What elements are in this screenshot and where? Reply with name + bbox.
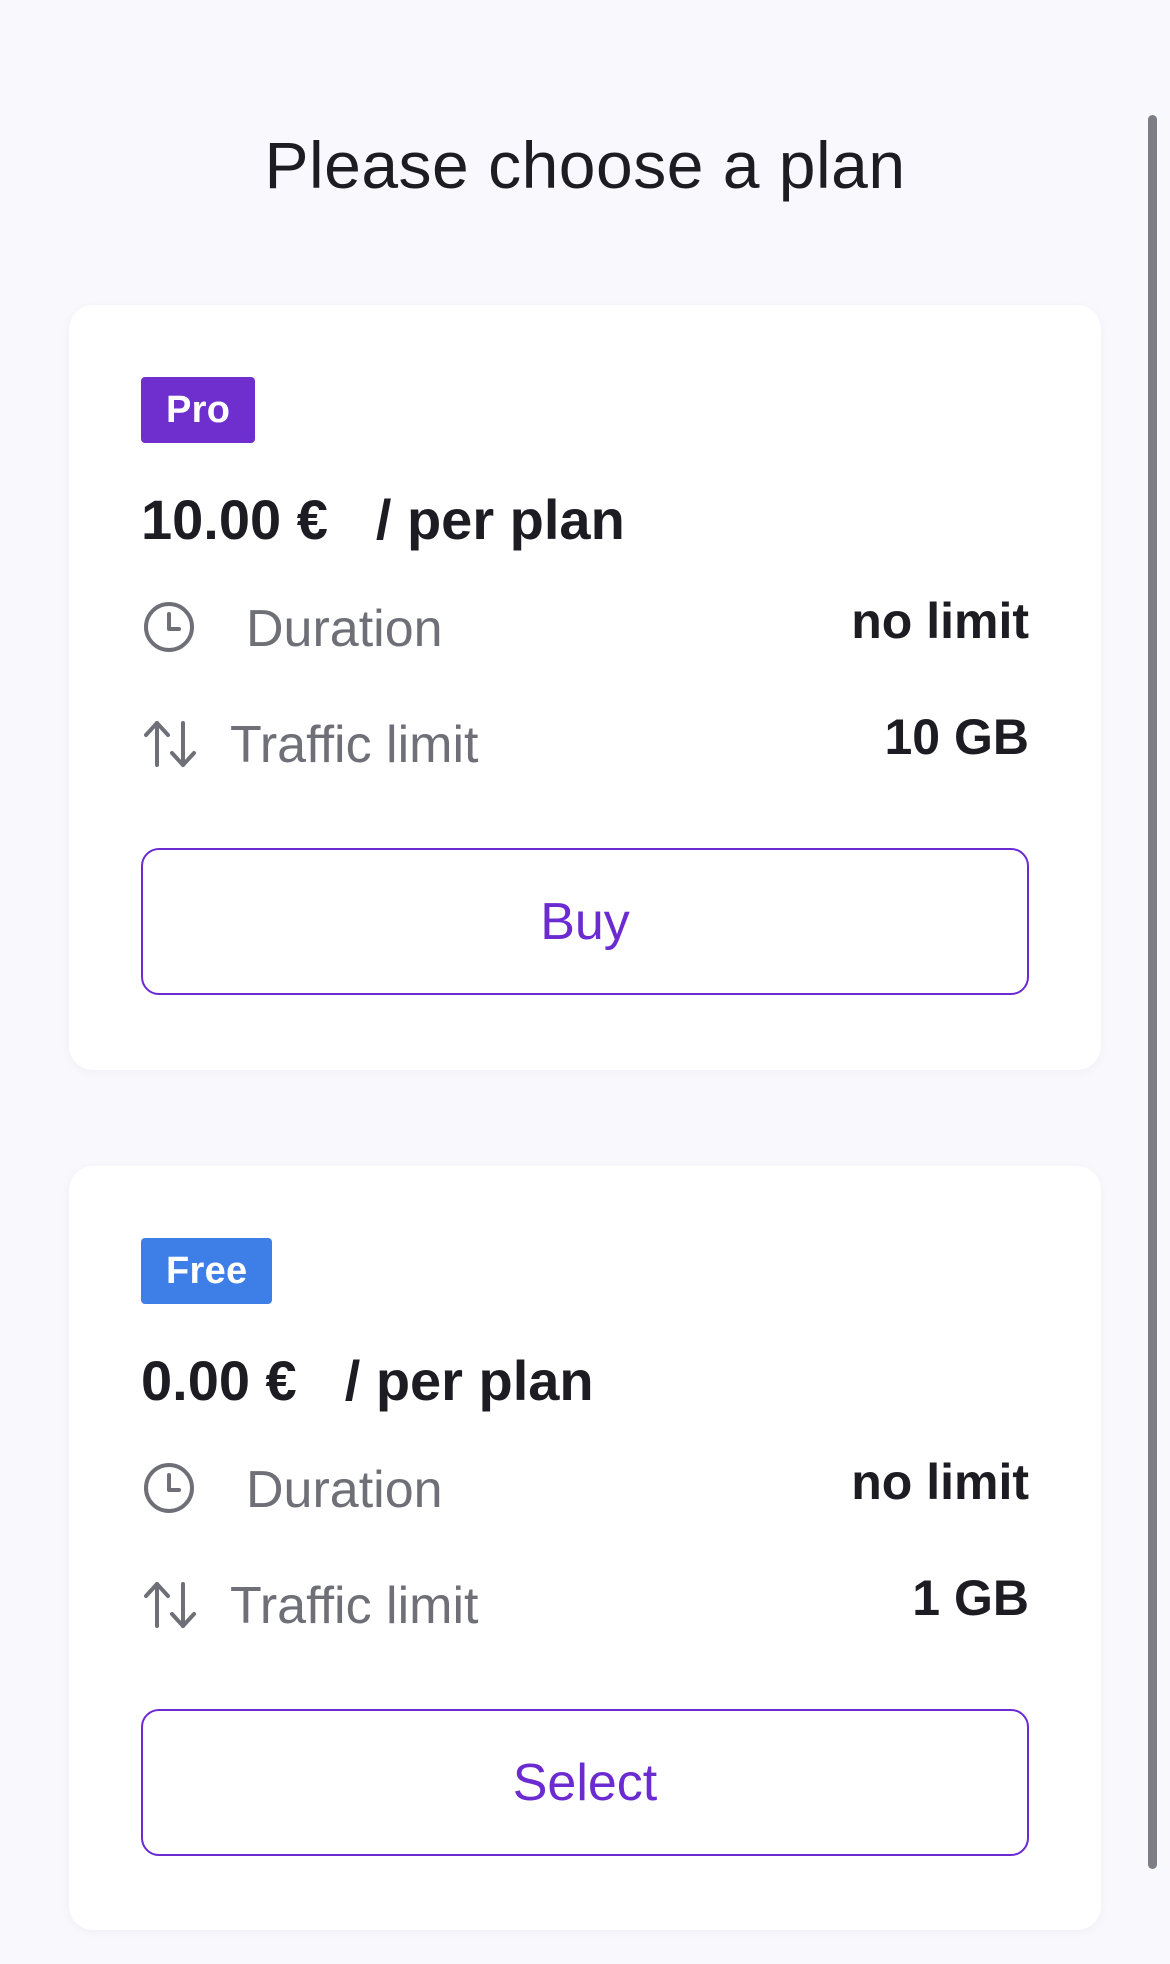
traffic-row: Traffic limit 10 GB [141,707,1029,777]
traffic-label: Traffic limit [230,716,479,774]
plan-price: 0.00 € [141,1349,297,1412]
duration-label: Duration [246,1461,443,1519]
plan-card-pro: Pro 10.00 € / per plan Duration no limit … [69,305,1101,1070]
clock-icon [144,1463,194,1513]
duration-value: no limit [851,593,1029,649]
plan-price-row: 10.00 € / per plan [141,485,625,555]
vertical-scrollbar[interactable] [1148,115,1157,1869]
duration-row: Duration no limit [141,591,1029,661]
traffic-row: Traffic limit 1 GB [141,1568,1029,1638]
duration-row: Duration no limit [141,1452,1029,1522]
plan-badge-free: Free [141,1238,273,1304]
duration-value: no limit [851,1454,1029,1510]
plan-price: 10.00 € [141,488,328,551]
plan-badge-pro: Pro [141,377,256,443]
traffic-value: 1 GB [912,1570,1029,1626]
plan-price-period: / per plan [375,488,625,551]
plan-price-row: 0.00 € / per plan [141,1346,594,1416]
duration-label: Duration [246,600,443,658]
clock-icon [144,602,194,652]
plan-card-free: Free 0.00 € / per plan Duration no limit … [69,1166,1101,1930]
page-title: Please choose a plan [264,128,906,202]
up-down-arrows-icon [144,721,196,767]
plan-price-period: / per plan [344,1349,594,1412]
traffic-value: 10 GB [884,709,1029,765]
up-down-arrows-icon [144,1582,196,1628]
traffic-label: Traffic limit [230,1577,479,1635]
select-button[interactable]: Select [141,1709,1029,1856]
buy-button[interactable]: Buy [141,848,1029,995]
